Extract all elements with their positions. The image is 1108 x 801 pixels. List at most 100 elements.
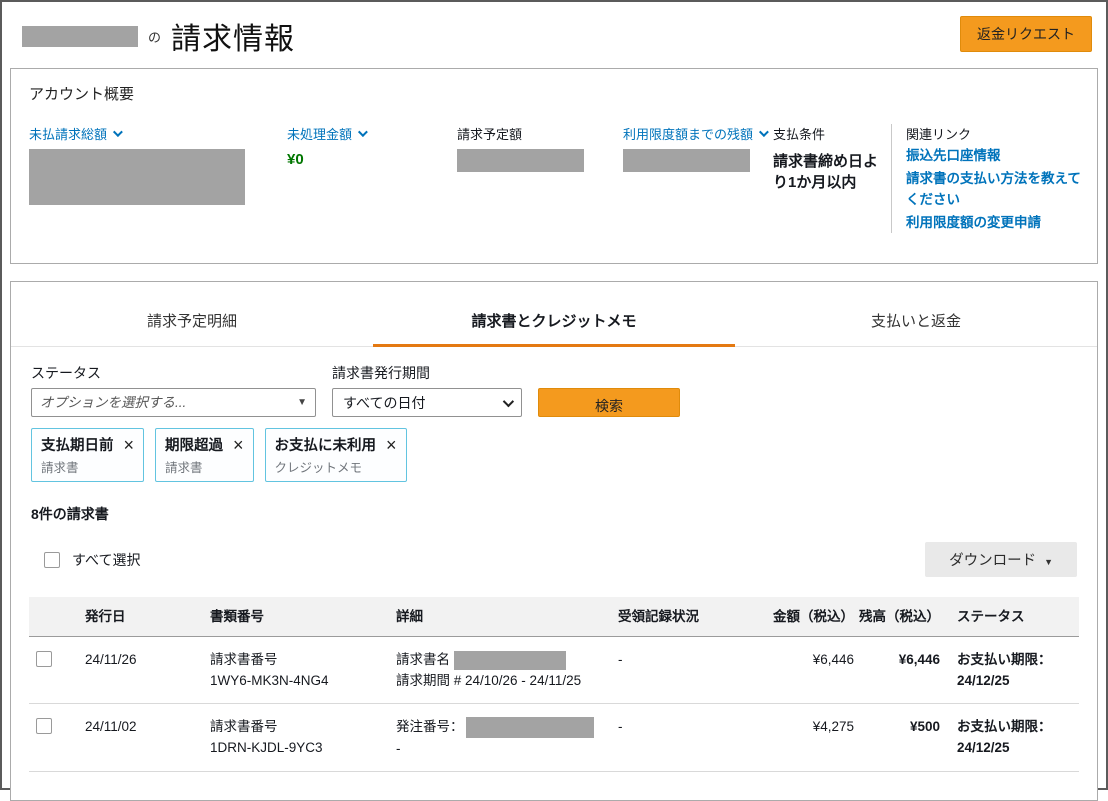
- metric-payment-terms: 支払条件 請求書締め日より1か月以内: [773, 124, 891, 193]
- chip-title: 支払期日前: [41, 438, 114, 454]
- credit-remaining-link[interactable]: 利用限度額までの残額: [623, 124, 773, 143]
- billing-panel: 請求予定明細 請求書とクレジットメモ 支払いと返金 ステータス ▼ 請求書発行期…: [10, 281, 1098, 801]
- doc-number-label: 請求書番号: [210, 719, 278, 734]
- unpaid-total-link[interactable]: 未払請求総額: [29, 124, 287, 143]
- billed-planned-label: 請求予定額: [457, 127, 523, 142]
- chevron-down-icon: [758, 127, 769, 138]
- cell-amount: ¥4,275: [812, 719, 854, 734]
- chip-subtitle: 請求書: [41, 461, 79, 475]
- caret-down-icon: ▼: [1044, 557, 1053, 567]
- row-checkbox[interactable]: [36, 651, 52, 667]
- refund-request-button[interactable]: 返金リクエスト: [960, 16, 1092, 52]
- status-multiselect[interactable]: ▼: [31, 388, 316, 417]
- unprocessed-label: 未処理金額: [287, 127, 353, 142]
- select-all-checkbox[interactable]: [44, 551, 60, 568]
- row-checkbox[interactable]: [36, 718, 52, 734]
- chip-title: 期限超過: [165, 438, 224, 454]
- close-icon[interactable]: ×: [386, 436, 397, 454]
- unpaid-total-label: 未払請求総額: [29, 127, 108, 142]
- select-all-label: すべて選択: [72, 551, 141, 568]
- page-title-group: の 請求情報: [22, 14, 295, 58]
- account-overview-panel: アカウント概要 未払請求総額 未処理金額 ¥0 請求予定額 利用限度額までの残額…: [10, 68, 1098, 264]
- download-button-label: ダウンロード: [949, 553, 1037, 569]
- redacted-billed-planned-value: [457, 149, 584, 172]
- period-select[interactable]: すべての日付: [332, 388, 522, 417]
- unprocessed-link[interactable]: 未処理金額: [287, 124, 457, 143]
- status-line2: 24/12/25: [957, 673, 1010, 688]
- invoices-table: 発行日 書類番号 詳細 受領記録状況 金額（税込） 残高（税込） ステータス 2…: [29, 597, 1079, 772]
- chevron-down-icon: [357, 127, 368, 138]
- filter-bar: ステータス ▼ 請求書発行期間 すべての日付 検索: [11, 347, 1097, 417]
- cell-receipt-status: -: [618, 719, 623, 734]
- credit-remaining-label: 利用限度額までの残額: [623, 127, 754, 142]
- payment-terms-label: 支払条件: [773, 127, 826, 142]
- invoice-count: 8件の請求書: [31, 506, 109, 522]
- detail-line1-label: 発注番号：: [396, 719, 464, 734]
- cell-doc-number: 請求書番号 1WY6-MK3N-4NG4: [210, 637, 396, 703]
- header-receipt-status: 受領記録状況: [618, 609, 699, 624]
- status-line2: 24/12/25: [957, 740, 1010, 755]
- chip-title: お支払に未利用: [274, 438, 377, 454]
- tab-bar: 請求予定明細 請求書とクレジットメモ 支払いと返金: [11, 299, 1097, 347]
- related-links-label: 関連リンク: [906, 127, 972, 142]
- table-row: 24/11/26 請求書番号 1WY6-MK3N-4NG4 請求書名 請求期間 …: [29, 637, 1079, 704]
- table-row: 24/11/02 請求書番号 1DRN-KJDL-9YC3 発注番号： - - …: [29, 704, 1079, 772]
- chip-subtitle: クレジットメモ: [274, 461, 363, 475]
- detail-line2: 請求期間 # 24/10/26 - 24/11/25: [396, 673, 582, 688]
- link-bank-transfer-info[interactable]: 振込先口座情報: [906, 145, 1081, 166]
- metric-billed-planned: 請求予定額: [457, 124, 623, 172]
- tab-payments-refunds[interactable]: 支払いと返金: [735, 299, 1097, 346]
- cell-balance: ¥6,446: [898, 652, 940, 667]
- detail-line1: 発注番号：: [396, 716, 618, 738]
- link-how-to-pay-invoice[interactable]: 請求書の支払い方法を教えてください: [906, 168, 1081, 210]
- cell-balance: ¥500: [909, 719, 940, 734]
- payment-terms-value: 請求書締め日より1か月以内: [773, 153, 879, 191]
- status-filter-group: ステータス ▼: [31, 363, 316, 417]
- cell-detail: 請求書名 請求期間 # 24/10/26 - 24/11/25: [396, 637, 618, 703]
- chip-before-due-date: 支払期日前 × 請求書: [31, 428, 145, 482]
- period-select-value: すべての日付: [343, 394, 426, 411]
- account-overview-heading: アカウント概要: [29, 86, 135, 103]
- metrics-row: 未払請求総額 未処理金額 ¥0 請求予定額 利用限度額までの残額 支払条件 請求…: [29, 124, 1081, 233]
- tab-billing-schedule[interactable]: 請求予定明細: [11, 299, 373, 346]
- doc-number-value: 1WY6-MK3N-4NG4: [210, 673, 329, 688]
- detail-line1: 請求書名: [396, 649, 618, 670]
- header-doc-number: 書類番号: [210, 609, 264, 624]
- table-header-row: 発行日 書類番号 詳細 受領記録状況 金額（税込） 残高（税込） ステータス: [29, 597, 1079, 637]
- header-balance: 残高（税込）: [859, 609, 940, 624]
- close-icon[interactable]: ×: [233, 436, 244, 454]
- period-filter-group: 請求書発行期間 すべての日付: [332, 363, 522, 417]
- cell-receipt-status: -: [618, 652, 623, 667]
- redacted-invoice-name: [454, 650, 566, 670]
- header-detail: 詳細: [396, 609, 423, 624]
- header-checkbox-spacer: [29, 616, 85, 636]
- cell-detail: 発注番号： -: [396, 704, 618, 771]
- header-amount: 金額（税込）: [773, 609, 854, 624]
- download-button[interactable]: ダウンロード ▼: [925, 542, 1077, 577]
- redacted-credit-remaining-value: [623, 149, 750, 172]
- header-status: ステータス: [957, 609, 1025, 624]
- cell-doc-number: 請求書番号 1DRN-KJDL-9YC3: [210, 704, 396, 770]
- select-all-row: すべて選択 ダウンロード ▼: [11, 524, 1097, 577]
- search-button[interactable]: 検索: [538, 388, 680, 417]
- related-links: 関連リンク 振込先口座情報 請求書の支払い方法を教えてください 利用限度額の変更…: [891, 124, 1081, 233]
- status-multiselect-input[interactable]: [40, 395, 292, 410]
- chevron-down-icon: [112, 127, 123, 138]
- metric-unpaid-total: 未払請求総額: [29, 124, 287, 205]
- status-filter-label: ステータス: [31, 365, 101, 381]
- page-title: 請求情報: [171, 23, 296, 56]
- chip-subtitle: 請求書: [165, 461, 203, 475]
- close-icon[interactable]: ×: [124, 436, 135, 454]
- cell-issue-date: 24/11/26: [85, 652, 137, 667]
- status-line1: お支払い期限：: [957, 652, 1052, 667]
- chip-unused-for-payment: お支払に未利用 × クレジットメモ: [264, 428, 407, 482]
- title-connector: の: [148, 29, 162, 45]
- dropdown-arrow-icon: ▼: [297, 397, 307, 408]
- cell-amount: ¥6,446: [812, 652, 854, 667]
- doc-number-value: 1DRN-KJDL-9YC3: [210, 740, 323, 755]
- tab-invoices-credit-memos[interactable]: 請求書とクレジットメモ: [373, 299, 735, 347]
- redacted-order-number: [465, 716, 594, 738]
- detail-line1-label: 請求書名: [396, 652, 450, 667]
- page-header: の 請求情報 返金リクエスト: [2, 2, 1106, 64]
- link-credit-limit-change[interactable]: 利用限度額の変更申請: [906, 212, 1081, 233]
